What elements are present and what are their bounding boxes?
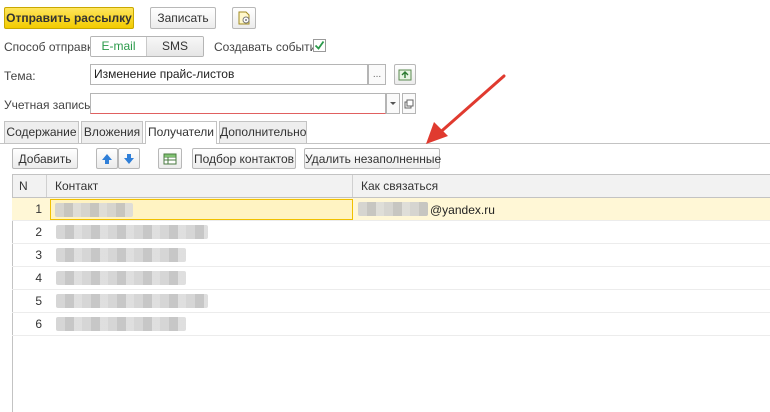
move-up-button[interactable]: [96, 148, 118, 169]
column-header-how-to-contact[interactable]: Как связаться: [353, 175, 770, 197]
open-window-icon: [404, 99, 414, 109]
tab-additional[interactable]: Дополнительно: [219, 121, 307, 143]
email-option[interactable]: E-mail: [91, 37, 147, 56]
blurred-contact: [56, 294, 208, 308]
tab-recipients[interactable]: Получатели: [145, 121, 217, 144]
subject-input[interactable]: Изменение прайс-листов: [90, 64, 368, 85]
document-icon: [238, 11, 250, 25]
row-number: 6: [35, 317, 42, 331]
create-events-checkbox[interactable]: [313, 39, 326, 52]
table-row[interactable]: 6: [12, 313, 770, 336]
account-open-button[interactable]: [402, 93, 416, 114]
table-row[interactable]: 5: [12, 290, 770, 313]
pick-contacts-button[interactable]: Подбор контактов: [192, 148, 296, 169]
table-header: N Контакт Как связаться: [12, 174, 770, 198]
row-number: 1: [35, 202, 42, 216]
tabs-divider: [0, 143, 770, 144]
document-settings-button[interactable]: [232, 7, 256, 29]
table-row[interactable]: 4: [12, 267, 770, 290]
template-icon: [398, 69, 412, 81]
row-number: 2: [35, 225, 42, 239]
row-number: 4: [35, 271, 42, 285]
create-events-label: Создавать события:: [214, 40, 327, 54]
send-method-label: Способ отправки:: [4, 40, 103, 54]
table-row[interactable]: 2: [12, 221, 770, 244]
sms-option[interactable]: SMS: [147, 37, 203, 56]
subject-choose-button[interactable]: ...: [368, 64, 386, 85]
subject-label: Тема:: [4, 69, 36, 83]
row-number: 5: [35, 294, 42, 308]
chevron-down-icon: [390, 102, 396, 105]
tab-attachments[interactable]: Вложения: [81, 121, 143, 143]
arrow-down-icon: [124, 154, 134, 164]
account-input[interactable]: [90, 93, 386, 114]
save-button[interactable]: Записать: [150, 7, 216, 29]
account-dropdown-button[interactable]: [386, 93, 400, 114]
how-to-contact-cell[interactable]: @yandex.ru: [358, 199, 768, 220]
email-domain: @yandex.ru: [430, 203, 495, 217]
move-down-button[interactable]: [118, 148, 140, 169]
blurred-contact: [56, 317, 186, 331]
account-label: Учетная запись:: [4, 98, 94, 112]
subject-template-button[interactable]: [394, 64, 416, 85]
column-header-n[interactable]: N: [13, 175, 47, 197]
annotation-arrow-icon: [426, 74, 506, 144]
checkmark-icon: [314, 40, 325, 50]
add-recipient-button[interactable]: Добавить: [12, 148, 78, 169]
blurred-contact: [56, 225, 208, 239]
table-row[interactable]: 3: [12, 244, 770, 267]
contact-cell[interactable]: [50, 199, 353, 220]
table-row[interactable]: 1 @yandex.ru: [12, 198, 770, 221]
arrow-up-icon: [102, 154, 112, 164]
column-header-contact[interactable]: Контакт: [47, 175, 353, 197]
tab-content[interactable]: Содержание: [4, 121, 79, 143]
send-mailing-button[interactable]: Отправить рассылку: [4, 7, 134, 29]
send-method-toggle: E-mail SMS: [90, 36, 204, 57]
remove-empty-button[interactable]: Удалить незаполненные: [304, 148, 441, 169]
row-number: 3: [35, 248, 42, 262]
table-settings-button[interactable]: [158, 148, 182, 169]
blurred-contact: [55, 203, 133, 217]
blurred-email-user: [358, 202, 428, 216]
blurred-contact: [56, 271, 186, 285]
blurred-contact: [56, 248, 186, 262]
table-icon: [163, 153, 177, 165]
